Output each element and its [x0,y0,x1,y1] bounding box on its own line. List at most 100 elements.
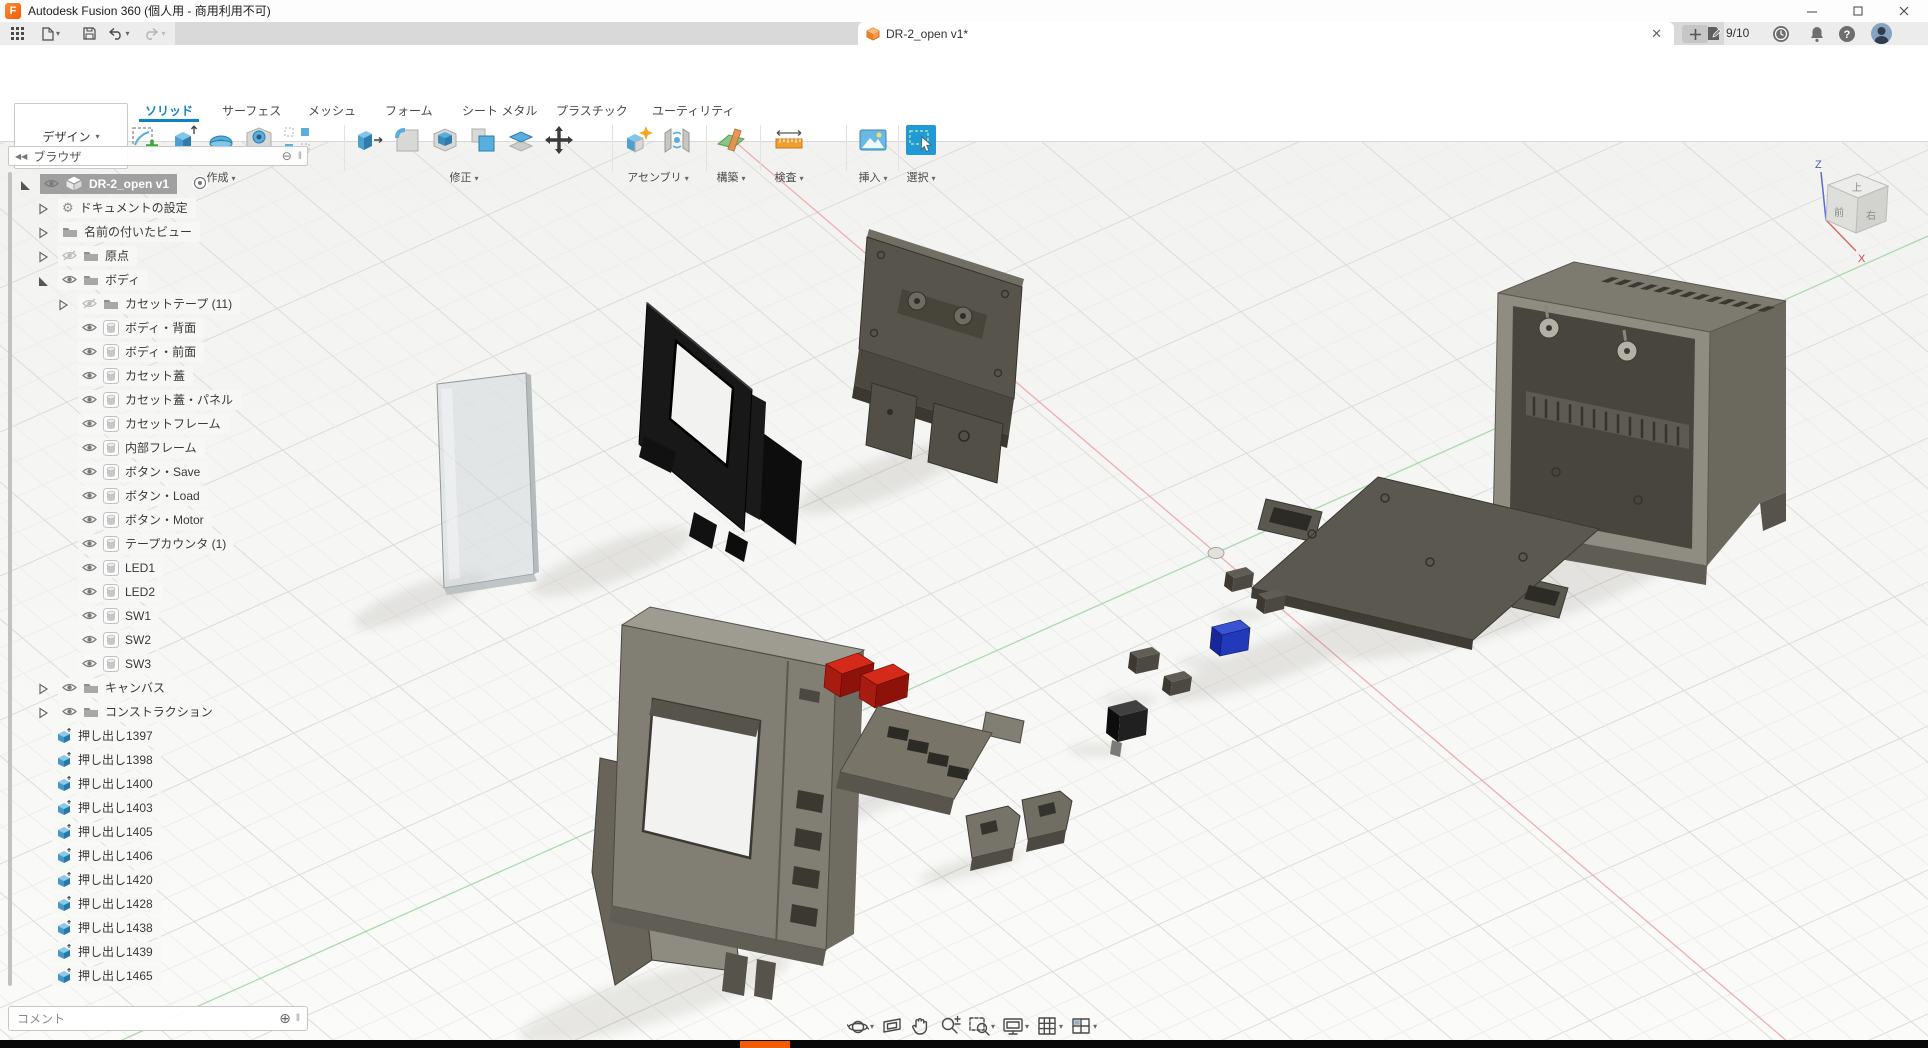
expand-arrow-icon[interactable] [38,706,49,718]
fit-icon[interactable]: ▾ [966,1015,997,1037]
part-body-front-shell[interactable] [592,607,864,1000]
eye-visible-icon[interactable] [62,706,77,717]
viewcube[interactable]: 上 前 右 Z X [1815,159,1888,265]
eye-hidden-icon[interactable] [62,250,77,261]
viewcube-label-right[interactable]: 右 [1866,209,1876,222]
eye-visible-icon[interactable] [82,634,97,645]
new-tab-button[interactable] [1682,25,1708,43]
grid-settings-icon[interactable]: ▾ [1034,1015,1065,1037]
eye-visible-icon[interactable] [82,514,97,525]
part-cassette-lid-black[interactable] [639,303,802,562]
browser-scrollbar[interactable] [8,172,12,986]
expand-arrow-icon[interactable] [38,226,49,238]
collapse-arrow-icon[interactable] [20,178,31,190]
part-latch-right[interactable] [1022,791,1072,852]
expand-arrow-icon[interactable] [38,682,49,694]
ribbon-group-label-2[interactable]: 修正 ▾ [352,169,576,185]
look-at-icon[interactable] [879,1015,905,1037]
eye-visible-icon[interactable] [62,682,77,693]
ribbon-tab-1[interactable]: ソリッド [145,102,193,118]
part-switch-blue[interactable] [1210,620,1250,656]
joint-icon[interactable] [660,123,694,157]
viewport-canvas[interactable]: 上 前 右 Z X [0,140,1928,1048]
eye-visible-icon[interactable] [82,610,97,621]
ribbon-group-label-5[interactable]: 検査 ▾ [772,169,806,185]
expand-arrow-icon[interactable] [38,202,49,214]
offset-face-icon[interactable] [504,123,538,157]
pan-icon[interactable] [908,1015,934,1037]
ribbon-group-label-7[interactable]: 選択 ▾ [904,169,938,185]
eye-visible-icon[interactable] [82,394,97,405]
shell-icon[interactable] [428,123,462,157]
part-lid-glass-panel[interactable] [437,373,539,595]
document-tab[interactable]: DR-2_open v1* ✕ [858,22,1674,45]
collapse-panel-icon[interactable]: ◀◀ [15,152,27,161]
new-component-icon[interactable] [622,123,656,157]
activate-radio-icon[interactable] [192,175,208,191]
combine-icon[interactable] [466,123,500,157]
measure-icon[interactable] [772,123,806,157]
tab-close-icon[interactable]: ✕ [1647,27,1666,40]
eye-visible-icon[interactable] [82,490,97,501]
construction-plane-icon[interactable] [714,123,748,157]
job-status-icon[interactable] [1706,23,1723,44]
comment-input[interactable]: コメント ⊕ ‖ [8,1006,308,1031]
panel-minus-icon[interactable]: ⊖ [282,149,292,163]
redo-icon[interactable]: ▾ [142,24,168,43]
ribbon-tab-7[interactable]: ユーティリティ [652,102,735,118]
add-comment-icon[interactable]: ⊕ [279,1010,291,1027]
panel-grip[interactable]: ‖ [298,151,301,162]
viewports-icon[interactable]: ▾ [1068,1015,1099,1037]
browser-panel-header[interactable]: ◀◀ ブラウザ ⊖ ‖ [8,146,308,166]
press-pull-icon[interactable] [352,123,386,157]
ribbon-tab-5[interactable]: シート メタル [462,102,537,118]
eye-visible-icon[interactable] [82,562,97,573]
display-settings-icon[interactable]: ▾ [1000,1015,1031,1037]
eye-hidden-icon[interactable] [82,298,97,309]
ribbon-tab-4[interactable]: フォーム [385,102,433,118]
eye-visible-icon[interactable] [82,346,97,357]
insert-image-icon[interactable] [856,123,890,157]
maximize-button[interactable] [1835,0,1881,22]
eye-visible-icon[interactable] [82,418,97,429]
fillet-icon[interactable] [390,123,424,157]
ribbon-group-label-6[interactable]: 挿入 ▾ [856,169,890,185]
minimize-button[interactable] [1789,0,1835,22]
orbit-icon[interactable]: ▾ [845,1015,876,1037]
ribbon-tab-3[interactable]: メッシュ [308,102,356,118]
apps-grid-icon[interactable] [5,24,31,43]
undo-icon[interactable]: ▾ [106,24,132,43]
ribbon-group-label-4[interactable]: 構築 ▾ [714,169,748,185]
recent-clock-icon[interactable] [1772,23,1790,44]
ribbon-group-label-3[interactable]: アセンブリ ▾ [622,169,694,185]
eye-visible-icon[interactable] [82,466,97,477]
eye-visible-icon[interactable] [62,274,77,285]
save-icon[interactable] [76,24,102,43]
eye-visible-icon[interactable] [82,322,97,333]
ribbon-tab-2[interactable]: サーフェス [222,102,281,118]
eye-visible-icon[interactable] [82,586,97,597]
origin-marker[interactable] [1208,548,1224,559]
part-switch-black[interactable] [1106,700,1148,757]
viewcube-label-front[interactable]: 前 [1834,206,1844,219]
viewcube-label-top[interactable]: 上 [1852,182,1862,194]
expand-arrow-icon[interactable] [38,250,49,262]
eye-visible-icon[interactable] [82,370,97,381]
notifications-bell-icon[interactable] [1808,23,1826,44]
zoom-icon[interactable] [937,1015,963,1037]
eye-visible-icon[interactable] [82,658,97,669]
expand-arrow-icon[interactable] [58,298,69,310]
eye-visible-icon[interactable] [82,442,97,453]
move-copy-icon[interactable] [542,123,576,157]
part-cassette-back-panel[interactable] [852,229,1024,483]
close-button[interactable] [1881,0,1927,22]
eye-visible-icon[interactable] [82,538,97,549]
comment-grip[interactable]: ‖ [296,1013,299,1024]
select-icon[interactable] [904,123,938,157]
user-avatar[interactable] [1871,23,1892,44]
new-file-icon[interactable]: ▾ [38,24,64,43]
help-icon[interactable]: ? [1838,23,1856,44]
ribbon-tab-6[interactable]: プラスチック [556,102,628,118]
eye-visible-icon[interactable] [44,178,59,189]
collapse-arrow-icon[interactable] [38,274,49,286]
